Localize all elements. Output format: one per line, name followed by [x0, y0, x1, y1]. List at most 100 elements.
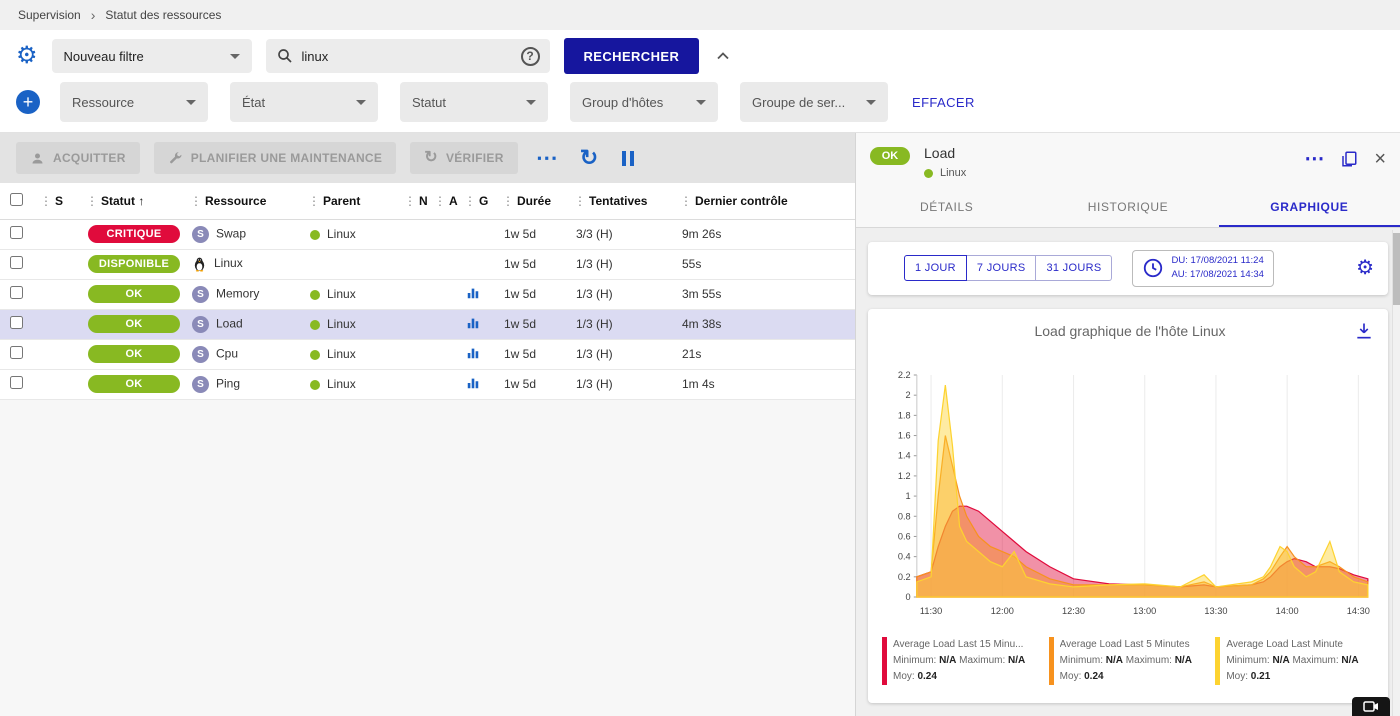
parent-cell: Linux — [308, 369, 404, 399]
status-cell: OK — [86, 309, 190, 339]
row-checkbox[interactable] — [10, 286, 23, 299]
column-drag-icon[interactable]: ⋮ — [190, 194, 202, 208]
tab-details[interactable]: DÉTAILS — [856, 187, 1037, 227]
svg-text:14:30: 14:30 — [1347, 606, 1370, 616]
panel-scrollbar-thumb[interactable] — [1393, 233, 1400, 305]
column-header-parent[interactable]: ⋮Parent — [308, 183, 404, 219]
caret-down-icon — [866, 100, 876, 105]
panel-more-icon[interactable]: ⋯ — [1304, 149, 1324, 169]
column-drag-icon[interactable]: ⋮ — [86, 194, 98, 208]
search-input[interactable] — [302, 49, 513, 64]
parent-cell — [308, 249, 404, 279]
column-header-duree[interactable]: ⋮Durée — [502, 183, 574, 219]
column-header-g[interactable]: ⋮G — [464, 183, 502, 219]
graph-icon[interactable] — [466, 316, 480, 330]
date-range-picker[interactable]: DU: 17/08/2021 11:24 AU: 17/08/2021 14:3… — [1132, 250, 1273, 287]
graph-icon[interactable] — [466, 376, 480, 390]
last-check-cell: 3m 55s — [680, 279, 855, 309]
row-select-cell — [0, 339, 40, 369]
column-header-n[interactable]: ⋮N — [404, 183, 434, 219]
load-chart[interactable]: 11:3012:0012:3013:0013:3014:0014:3000.20… — [882, 367, 1374, 623]
collapse-filters-chevron-up-icon[interactable] — [713, 46, 733, 66]
tab-graphique[interactable]: GRAPHIQUE — [1219, 187, 1400, 227]
acknowledge-button[interactable]: ACQUITTER — [16, 142, 140, 174]
row-checkbox[interactable] — [10, 376, 23, 389]
resource-cell[interactable]: SSwap — [190, 219, 308, 249]
parent-cell: Linux — [308, 309, 404, 339]
table-row[interactable]: OKSMemoryLinux1w 5d1/3 (H)3m 55s — [0, 279, 855, 309]
resource-cell[interactable]: SPing — [190, 369, 308, 399]
pause-icon[interactable] — [616, 151, 640, 166]
clear-filters-button[interactable]: EFFACER — [912, 95, 975, 110]
refresh-icon[interactable]: ↻ — [576, 147, 602, 169]
duration-cell: 1w 5d — [502, 309, 574, 339]
filter-dropdown-groupe-de-ser[interactable]: Groupe de ser... — [740, 82, 888, 122]
filter-settings-gear-icon[interactable]: ⚙ — [16, 44, 38, 68]
parent-name: Linux — [327, 347, 356, 361]
column-drag-icon[interactable]: ⋮ — [434, 194, 446, 208]
graph-icon[interactable] — [466, 346, 480, 360]
table-row[interactable]: CRITIQUESSwapLinux1w 5d3/3 (H)9m 26s — [0, 219, 855, 249]
table-row[interactable]: OKSLoadLinux1w 5d1/3 (H)4m 38s — [0, 309, 855, 339]
resource-cell[interactable]: SCpu — [190, 339, 308, 369]
column-drag-icon[interactable]: ⋮ — [308, 194, 320, 208]
search-help-icon[interactable]: ? — [521, 47, 540, 66]
search-button[interactable]: RECHERCHER — [564, 38, 700, 74]
column-header-ressource[interactable]: ⋮Ressource — [190, 183, 308, 219]
service-icon: S — [192, 226, 209, 243]
column-drag-icon[interactable]: ⋮ — [464, 194, 476, 208]
svg-text:0: 0 — [906, 592, 911, 602]
add-criteria-icon[interactable]: + — [16, 90, 40, 114]
column-header-tentatives[interactable]: ⋮Tentatives — [574, 183, 680, 219]
filter-dropdown-etat[interactable]: État — [230, 82, 378, 122]
export-chart-icon[interactable] — [1354, 321, 1374, 341]
column-drag-icon[interactable]: ⋮ — [502, 194, 514, 208]
breadcrumb: Supervision › Statut des ressources — [0, 0, 1400, 30]
row-checkbox[interactable] — [10, 346, 23, 359]
time-range-card: 1 JOUR7 JOURS31 JOURS DU: 17/08/2021 11:… — [868, 242, 1388, 295]
column-header-a[interactable]: ⋮A — [434, 183, 464, 219]
row-checkbox[interactable] — [10, 226, 23, 239]
maintenance-button[interactable]: PLANIFIER UNE MAINTENANCE — [154, 142, 397, 174]
column-header-statut[interactable]: ⋮Statut ↑ — [86, 183, 190, 219]
range-button-1-jour[interactable]: 1 JOUR — [904, 255, 967, 281]
row-checkbox[interactable] — [10, 316, 23, 329]
copy-link-icon[interactable] — [1340, 150, 1358, 168]
breadcrumb-statut-des-ressources[interactable]: Statut des ressources — [105, 8, 221, 22]
sort-asc-icon: ↑ — [138, 194, 144, 208]
parent-name: Linux — [327, 227, 356, 241]
resource-cell[interactable]: SLoad — [190, 309, 308, 339]
column-drag-icon[interactable]: ⋮ — [40, 194, 52, 208]
table-row[interactable]: OKSPingLinux1w 5d1/3 (H)1m 4s — [0, 369, 855, 399]
status-badge: DISPONIBLE — [88, 255, 180, 273]
column-drag-icon[interactable]: ⋮ — [404, 194, 416, 208]
saved-filter-value: Nouveau filtre — [64, 49, 144, 64]
graph-icon[interactable] — [466, 286, 480, 300]
service-icon: S — [192, 346, 209, 363]
resource-cell[interactable]: Linux — [190, 249, 308, 279]
select-all-checkbox[interactable] — [10, 193, 23, 206]
filter-dropdown-ressource[interactable]: Ressource — [60, 82, 208, 122]
saved-filter-select[interactable]: Nouveau filtre — [52, 39, 252, 73]
filter-dropdown-statut[interactable]: Statut — [400, 82, 548, 122]
table-row[interactable]: OKSCpuLinux1w 5d1/3 (H)21s — [0, 339, 855, 369]
row-checkbox[interactable] — [10, 256, 23, 269]
check-button[interactable]: ↻ VÉRIFIER — [410, 142, 517, 174]
filter-dropdown-group-d-hotes[interactable]: Group d'hôtes — [570, 82, 718, 122]
column-drag-icon[interactable]: ⋮ — [574, 194, 586, 208]
close-panel-icon[interactable]: × — [1374, 149, 1386, 169]
range-button-31-jours[interactable]: 31 JOURS — [1036, 255, 1112, 281]
panel-scrollbar — [1392, 230, 1400, 716]
breadcrumb-supervision[interactable]: Supervision — [18, 8, 81, 22]
range-button-7-jours[interactable]: 7 JOURS — [967, 255, 1037, 281]
status-cell: OK — [86, 339, 190, 369]
column-header-s[interactable]: ⋮S — [40, 183, 86, 219]
table-row[interactable]: DISPONIBLELinux1w 5d1/3 (H)55s — [0, 249, 855, 279]
tab-historique[interactable]: HISTORIQUE — [1037, 187, 1218, 227]
more-actions-icon[interactable]: ⋯ — [532, 147, 562, 169]
panel-status-badge: OK — [870, 147, 910, 165]
graph-settings-gear-icon[interactable]: ⚙ — [1356, 258, 1374, 278]
column-drag-icon[interactable]: ⋮ — [680, 194, 692, 208]
resource-cell[interactable]: SMemory — [190, 279, 308, 309]
column-header-dernier-controle[interactable]: ⋮Dernier contrôle — [680, 183, 855, 219]
